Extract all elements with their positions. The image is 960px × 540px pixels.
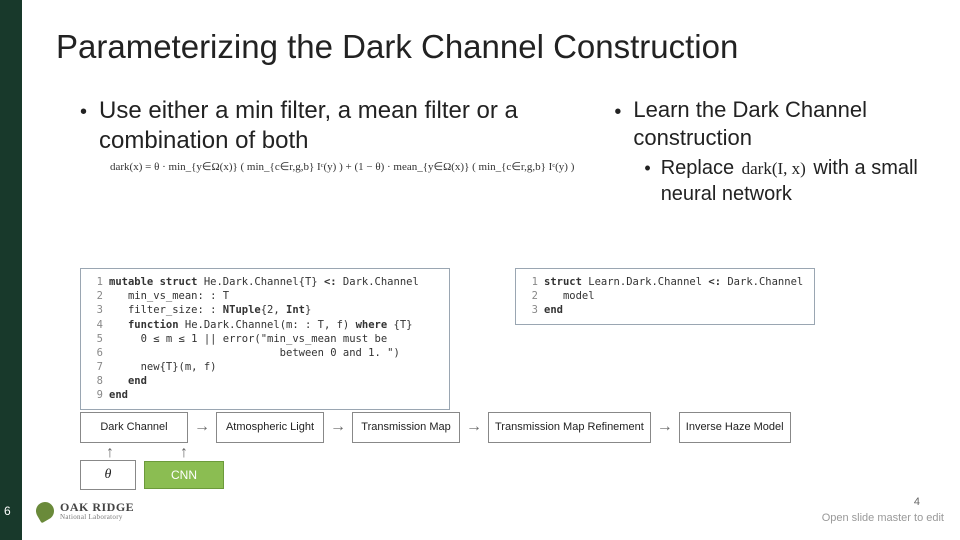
bullet-dot-icon: • <box>614 100 621 125</box>
pipeline-box: Transmission Map <box>352 412 460 443</box>
right-bullet: • Learn the Dark Channel construction <box>614 96 930 151</box>
params-row: θ CNN <box>80 460 224 490</box>
sub-prefix: Replace <box>661 157 734 179</box>
math-expr: dark(I, x) <box>740 158 808 180</box>
slide: 6 Parameterizing the Dark Channel Constr… <box>0 0 960 540</box>
left-accent-bar <box>0 0 22 540</box>
code-box-left: 1mutable struct He.Dark.Channel{T} <: Da… <box>80 268 450 410</box>
right-sub-bullet: • Replace dark(I, x) with a small neural… <box>644 155 930 207</box>
arrow-right-icon: → <box>466 418 482 436</box>
code-box-right: 1struct Learn.Dark.Channel <: Dark.Chann… <box>515 268 815 325</box>
pipeline-row: Dark Channel → Atmospheric Light → Trans… <box>80 412 940 443</box>
pipeline-box: Transmission Map Refinement <box>488 412 651 443</box>
pipeline-box: Atmospheric Light <box>216 412 324 443</box>
right-sub-text: Replace dark(I, x) with a small neural n… <box>661 155 930 207</box>
cnn-box: CNN <box>144 461 224 489</box>
leaf-icon <box>33 498 58 523</box>
arrow-right-icon: → <box>330 418 346 436</box>
right-bullet-text: Learn the Dark Channel construction <box>633 96 930 151</box>
slide-title: Parameterizing the Dark Channel Construc… <box>56 28 738 66</box>
arrow-right-icon: → <box>657 418 673 436</box>
bullet-dot-icon: • <box>80 100 87 125</box>
left-bullet-text: Use either a min filter, a mean filter o… <box>99 96 574 156</box>
right-column: • Learn the Dark Channel construction • … <box>614 96 930 207</box>
theta-box: θ <box>80 460 136 490</box>
left-bullet: • Use either a min filter, a mean filter… <box>80 96 574 156</box>
bullet-dot-icon: • <box>644 157 650 180</box>
pipeline-box: Inverse Haze Model <box>679 412 791 443</box>
formula-text: dark(x) = θ · min_{y∈Ω(x)} ( min_{c∈r,g,… <box>110 160 574 173</box>
edit-master-note: Open slide master to edit <box>822 512 944 524</box>
left-column: • Use either a min filter, a mean filter… <box>80 96 574 207</box>
slide-number: 4 <box>914 496 920 508</box>
arrow-right-icon: → <box>194 418 210 436</box>
content-columns: • Use either a min filter, a mean filter… <box>80 96 930 207</box>
logo: OAK RIDGE National Laboratory <box>36 500 134 521</box>
side-page-number: 6 <box>4 504 11 518</box>
pipeline-box: Dark Channel <box>80 412 188 443</box>
